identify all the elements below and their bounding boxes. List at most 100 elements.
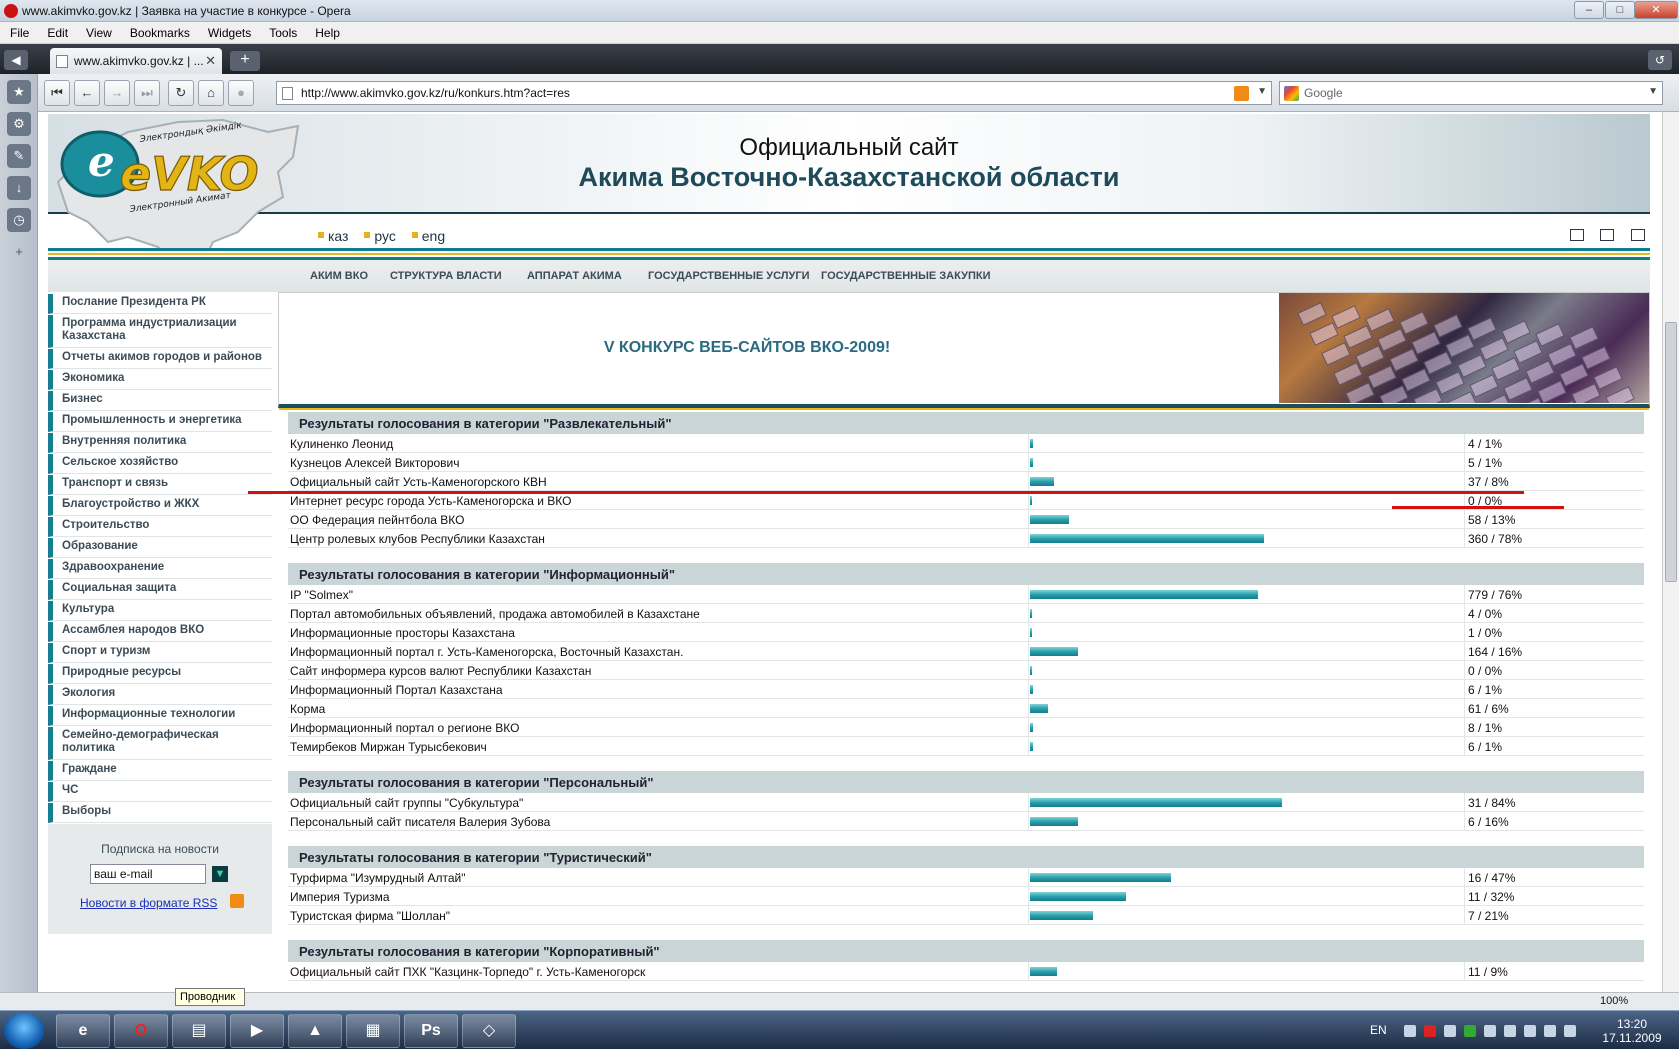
nav-akim[interactable]: АКИМ ВКО (310, 270, 368, 282)
clock[interactable]: 13:20 17.11.2009 (1592, 1017, 1672, 1045)
mail-icon[interactable] (1600, 229, 1615, 241)
sidebar-item[interactable]: Послание Президента РК (48, 294, 272, 314)
sidebar-item[interactable]: Программа индустриализации Казахстана (48, 315, 272, 348)
menu-file[interactable]: File (0, 22, 37, 40)
lang-rus[interactable]: рус (364, 228, 396, 244)
sidebar-item[interactable]: Граждане (48, 761, 272, 781)
explorer-taskbar-icon[interactable]: ▤ (172, 1014, 226, 1048)
new-tab-button[interactable]: + (230, 51, 260, 71)
reload-icon[interactable]: ↻ (168, 80, 194, 106)
close-tab-icon[interactable]: ✕ (205, 53, 216, 69)
tab-akimvko[interactable]: www.akimvko.gov.kz | ... ✕ (50, 48, 222, 74)
rss-icon[interactable] (230, 894, 244, 908)
zoom-level[interactable]: 100% (1600, 995, 1628, 1007)
sidebar-item[interactable]: Выборы (48, 803, 272, 823)
trash-icon[interactable]: ↺ (1648, 50, 1672, 70)
sidebar-item[interactable]: Экология (48, 685, 272, 705)
subscription-title: Подписка на новости (101, 842, 219, 856)
bat-taskbar-icon[interactable]: ▲ (288, 1014, 342, 1048)
downloads-panel-icon[interactable]: ↓ (7, 176, 31, 200)
tray-app-icon[interactable] (1464, 1025, 1476, 1037)
nav-apparatus[interactable]: АППАРАТ АКИМА (527, 270, 622, 282)
sidebar-item[interactable]: Семейно-демографическая политика (48, 727, 272, 760)
minimize-button[interactable]: – (1574, 1, 1604, 19)
vertical-scrollbar[interactable] (1662, 112, 1679, 999)
notes-panel-icon[interactable]: ✎ (7, 144, 31, 168)
sidebar-item[interactable]: Социальная защита (48, 580, 272, 600)
flag-icon[interactable] (1424, 1025, 1436, 1037)
app-taskbar-icon[interactable]: ◇ (462, 1014, 516, 1048)
rewind-icon[interactable]: ⏮ (44, 80, 70, 106)
sidebar-item[interactable]: Образование (48, 538, 272, 558)
scrollbar-thumb[interactable] (1665, 322, 1677, 582)
vote-bar (1030, 590, 1258, 599)
sidebar-item[interactable]: ЧС (48, 782, 272, 802)
sidebar-item[interactable]: Благоустройство и ЖКХ (48, 496, 272, 516)
nav-procurement[interactable]: ГОСУДАРСТВЕННЫЕ ЗАКУПКИ (821, 270, 991, 282)
home-icon[interactable]: ⌂ (198, 80, 224, 106)
menu-edit[interactable]: Edit (37, 22, 76, 40)
search-dropdown-icon[interactable]: ▼ (1648, 86, 1658, 97)
menu-help[interactable]: Help (305, 22, 348, 40)
lang-kaz[interactable]: каз (318, 228, 348, 244)
tray-app-icon[interactable] (1444, 1025, 1456, 1037)
sitemap-icon[interactable] (1630, 229, 1645, 241)
lang-eng[interactable]: eng (411, 228, 445, 244)
menu-tools[interactable]: Tools (259, 22, 305, 40)
email-field[interactable] (90, 864, 206, 884)
language-indicator[interactable]: EN (1370, 1023, 1387, 1037)
menu-view[interactable]: View (76, 22, 120, 40)
start-button[interactable] (4, 1013, 44, 1049)
panel-toggle-icon[interactable]: ◀ (4, 50, 28, 70)
nav-services[interactable]: ГОСУДАРСТВЕННЫЕ УСЛУГИ (648, 270, 810, 282)
sidebar-item[interactable]: Промышленность и энергетика (48, 412, 272, 432)
ie-taskbar-icon[interactable]: e (56, 1014, 110, 1048)
media-player-taskbar-icon[interactable]: ▶ (230, 1014, 284, 1048)
security-icon[interactable]: ● (228, 80, 254, 106)
photoshop-taskbar-icon[interactable]: Ps (404, 1014, 458, 1048)
sidebar-item[interactable]: Природные ресурсы (48, 664, 272, 684)
network-icon[interactable] (1524, 1025, 1536, 1037)
search-field[interactable]: Google ▼ (1279, 81, 1663, 105)
forward-icon[interactable]: → (104, 80, 130, 106)
fast-forward-icon[interactable]: ⏭ (134, 80, 160, 106)
vote-bar (1030, 873, 1171, 882)
sidebar-item[interactable]: Отчеты акимов городов и районов (48, 349, 272, 369)
sidebar-item[interactable]: Информационные технологии (48, 706, 272, 726)
address-field[interactable]: http://www.akimvko.gov.kz/ru/konkurs.htm… (276, 81, 1272, 105)
sidebar-item[interactable]: Бизнес (48, 391, 272, 411)
rss-feed-icon[interactable] (1234, 86, 1249, 101)
nav-structure[interactable]: СТРУКТУРА ВЛАСТИ (390, 270, 502, 282)
widgets-panel-icon[interactable]: ⚙ (7, 112, 31, 136)
sidebar-item[interactable]: Строительство (48, 517, 272, 537)
sidebar-item[interactable]: Спорт и туризм (48, 643, 272, 663)
sidebar-item[interactable]: Ассамблея народов ВКО (48, 622, 272, 642)
sidebar-item[interactable]: Здравоохранение (48, 559, 272, 579)
opera-taskbar-icon[interactable]: O (114, 1014, 168, 1048)
volume-icon[interactable] (1564, 1025, 1576, 1037)
tray-app-icon[interactable] (1484, 1025, 1496, 1037)
sidebar-item[interactable]: Внутренняя политика (48, 433, 272, 453)
sidebar-item[interactable]: Сельское хозяйство (48, 454, 272, 474)
address-dropdown-icon[interactable]: ▼ (1257, 86, 1267, 97)
add-panel-icon[interactable]: + (7, 240, 31, 264)
tray-app-icon[interactable] (1504, 1025, 1516, 1037)
bookmarks-panel-icon[interactable]: ★ (7, 80, 31, 104)
maximize-button[interactable]: □ (1605, 1, 1635, 19)
result-row: Официальный сайт ПХК "Казцинк-Торпедо" г… (288, 962, 1644, 981)
rss-news-link[interactable]: Новости в формате RSS (80, 896, 217, 910)
tray-arrow-icon[interactable] (1404, 1025, 1416, 1037)
category-title: Результаты голосования в категории "Корп… (288, 940, 1644, 962)
close-window-button[interactable]: ✕ (1634, 1, 1678, 19)
back-icon[interactable]: ← (74, 80, 100, 106)
subscribe-submit-icon[interactable]: ▼ (212, 866, 228, 882)
sidebar-item[interactable]: Экономика (48, 370, 272, 390)
menu-widgets[interactable]: Widgets (198, 22, 259, 40)
history-panel-icon[interactable]: ◷ (7, 208, 31, 232)
home-page-icon[interactable] (1570, 229, 1584, 241)
save-taskbar-icon[interactable]: ▦ (346, 1014, 400, 1048)
power-icon[interactable] (1544, 1025, 1556, 1037)
sidebar-item[interactable]: Культура (48, 601, 272, 621)
menu-bookmarks[interactable]: Bookmarks (120, 22, 198, 40)
sidebar-item[interactable]: Транспорт и связь (48, 475, 272, 495)
